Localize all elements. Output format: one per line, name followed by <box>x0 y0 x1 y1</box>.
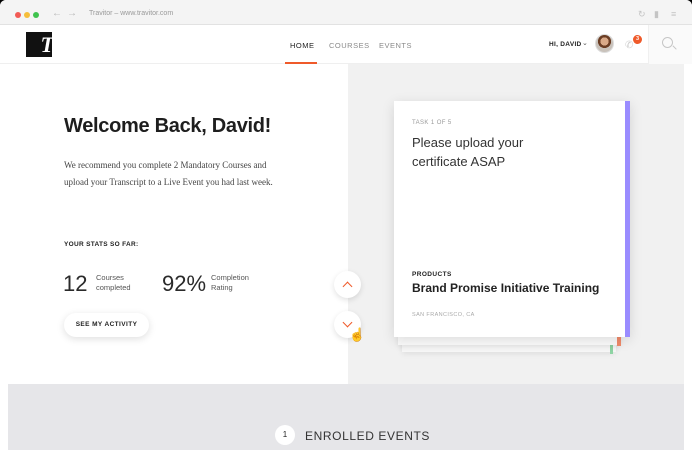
minimize-window-icon[interactable] <box>24 12 30 18</box>
close-window-icon[interactable] <box>15 12 21 18</box>
bookmark-icon[interactable]: ▮ <box>654 9 659 20</box>
site-header: T HOME COURSES EVENTS HI, DAVID ⌄ ✆ 3 <box>0 25 692 64</box>
task-category: PRODUCTS <box>412 271 452 278</box>
back-arrow-icon[interactable]: ← <box>52 8 62 19</box>
hero-left-panel <box>8 64 348 384</box>
task-course-title: Brand Promise Initiative Training <box>412 281 600 295</box>
stat-courses-label: Courses completed <box>96 273 131 292</box>
maximize-window-icon[interactable] <box>33 12 39 18</box>
task-counter: TASK 1 OF 5 <box>412 120 452 126</box>
stacked-card-accent <box>617 336 621 346</box>
stats-heading: YOUR STATS SO FAR: <box>64 241 139 248</box>
stat-completion-label: Completion Rating <box>211 273 249 292</box>
task-card-accent <box>625 101 630 337</box>
notification-badge: 3 <box>633 35 642 44</box>
nav-home[interactable]: HOME <box>290 41 315 50</box>
see-activity-button[interactable]: SEE MY ACTIVITY <box>64 313 149 337</box>
stat-completion-value: 92% <box>162 271 207 296</box>
task-card[interactable]: TASK 1 OF 5 Please upload your certifica… <box>394 101 630 337</box>
menu-icon[interactable]: ≡ <box>671 9 676 19</box>
chevron-up-icon <box>342 281 353 292</box>
task-text: Please upload your certificate ASAP <box>412 135 524 169</box>
bell-icon[interactable]: ✆ <box>625 40 633 51</box>
forward-arrow-icon[interactable]: → <box>67 8 77 19</box>
chevron-down-icon <box>342 317 353 328</box>
nav-courses[interactable]: COURSES <box>329 41 370 50</box>
page-title: Welcome Back, David! <box>64 115 272 137</box>
stat-courses-value: 12 <box>63 271 88 296</box>
section-title: ENROLLED EVENTS <box>305 429 431 443</box>
hand-cursor-icon: ☝ <box>349 327 366 342</box>
reload-icon[interactable]: ↻ <box>638 9 646 20</box>
user-greeting[interactable]: HI, DAVID <box>549 41 582 48</box>
nav-events[interactable]: EVENTS <box>379 41 412 50</box>
avatar[interactable] <box>595 34 614 53</box>
chevron-down-icon[interactable]: ⌄ <box>582 39 588 47</box>
browser-chrome: ← → Travitor – www.travitor.com ↻ ▮ ≡ <box>0 0 692 25</box>
search-button[interactable] <box>648 25 692 64</box>
browser-window: ← → Travitor – www.travitor.com ↻ ▮ ≡ T … <box>0 0 692 450</box>
search-icon <box>662 37 673 48</box>
logo[interactable]: T <box>26 32 54 57</box>
previous-task-button[interactable] <box>334 271 361 298</box>
intro-text: We recommend you complete 2 Mandatory Co… <box>64 160 273 187</box>
address-bar[interactable]: Travitor – www.travitor.com <box>89 10 173 17</box>
task-location: SAN FRANCISCO, CA <box>412 312 475 318</box>
section-number-badge: 1 <box>275 425 295 445</box>
stacked-card-accent <box>610 344 613 354</box>
